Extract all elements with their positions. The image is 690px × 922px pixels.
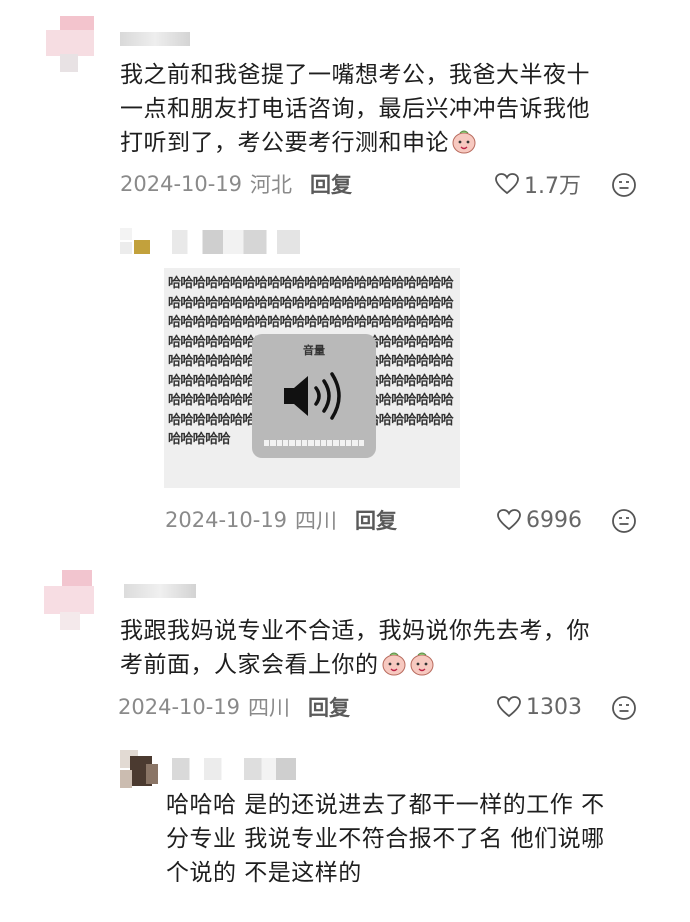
comment-line: 一点和朋友打电话咨询，最后兴冲冲告诉我他	[120, 96, 590, 122]
comment-location: 四川	[295, 509, 338, 533]
comment-meta: 2024-10-19 四川 回复	[165, 505, 397, 535]
comment-line: 考前面，人家会看上你的	[120, 648, 660, 682]
comment-location: 四川	[248, 696, 291, 720]
avatar-pixel	[120, 242, 132, 254]
speaker-icon	[284, 372, 341, 420]
comment-line: 分专业 我说专业不符合报不了名 他们说哪	[166, 826, 605, 852]
volume-panel: 音量	[252, 334, 376, 458]
comment-date: 2024-10-19	[118, 695, 241, 719]
avatar[interactable]	[46, 16, 102, 76]
like-button[interactable]: 1.7万	[494, 169, 581, 199]
emoji-icon[interactable]	[611, 508, 637, 534]
peach-emoji-icon	[382, 652, 405, 676]
avatar[interactable]	[120, 750, 158, 790]
like-count: 1.7万	[524, 174, 581, 199]
comment-line: 我之前和我爸提了一嘴想考公，我爸大半夜十	[120, 62, 590, 88]
avatar-pixel	[146, 764, 158, 784]
avatar-pixel	[120, 228, 132, 240]
comment-meta: 2024-10-19 四川 回复	[118, 692, 350, 722]
comment-line: 打听到了，考公要考行测和申论	[120, 126, 660, 160]
like-count: 6996	[526, 507, 582, 533]
username-blurred[interactable]	[124, 584, 196, 598]
username-blurred[interactable]	[172, 758, 296, 780]
sticker-image[interactable]: 哈哈哈哈哈哈哈哈哈哈哈哈哈哈哈哈哈哈哈哈哈哈哈哈哈哈哈哈哈哈哈哈哈哈哈哈哈哈哈哈…	[164, 268, 460, 488]
volume-level-bar	[264, 440, 364, 446]
comment-location: 河北	[250, 173, 293, 197]
like-button[interactable]: 1303	[496, 692, 582, 722]
avatar-pixel	[60, 54, 78, 72]
comment-meta: 2024-10-19 河北 回复	[120, 169, 352, 199]
avatar-pixel	[134, 240, 150, 254]
username-blurred[interactable]	[172, 230, 300, 254]
reply-button[interactable]: 回复	[310, 169, 352, 199]
avatar[interactable]	[120, 228, 156, 260]
peach-emoji-icon	[410, 652, 433, 676]
avatar-pixel	[44, 586, 94, 614]
emoji-icon[interactable]	[611, 695, 637, 721]
avatar-pixel	[46, 30, 94, 56]
comment-line: 哈哈哈 是的还说进去了都干一样的工作 不	[166, 792, 605, 818]
volume-title: 音量	[303, 344, 325, 357]
avatar-pixel	[60, 612, 80, 630]
avatar-pixel	[120, 770, 132, 788]
comment-line: 我跟我妈说专业不合适，我妈说你先去考，你	[120, 618, 590, 644]
emoji-icon[interactable]	[611, 172, 637, 198]
reply-text: 哈哈哈 是的还说进去了都干一样的工作 不 分专业 我说专业不符合报不了名 他们说…	[166, 788, 666, 890]
heart-icon	[495, 173, 519, 195]
comment-line: 个说的 不是这样的	[166, 860, 362, 886]
comment-text: 我之前和我爸提了一嘴想考公，我爸大半夜十 一点和朋友打电话咨询，最后兴冲冲告诉我…	[120, 58, 660, 160]
comment-text: 我跟我妈说专业不合适，我妈说你先去考，你 考前面，人家会看上你的	[120, 614, 660, 682]
avatar[interactable]	[44, 570, 100, 634]
comment-date: 2024-10-19	[165, 508, 288, 532]
heart-icon	[497, 509, 521, 531]
reply-button[interactable]: 回复	[355, 505, 397, 535]
username-blurred[interactable]	[120, 32, 190, 46]
like-count: 1303	[526, 694, 582, 720]
reply-button[interactable]: 回复	[308, 692, 350, 722]
heart-icon	[497, 696, 521, 718]
comment-date: 2024-10-19	[120, 172, 243, 196]
like-button[interactable]: 6996	[496, 505, 582, 535]
peach-emoji-icon	[452, 130, 476, 154]
